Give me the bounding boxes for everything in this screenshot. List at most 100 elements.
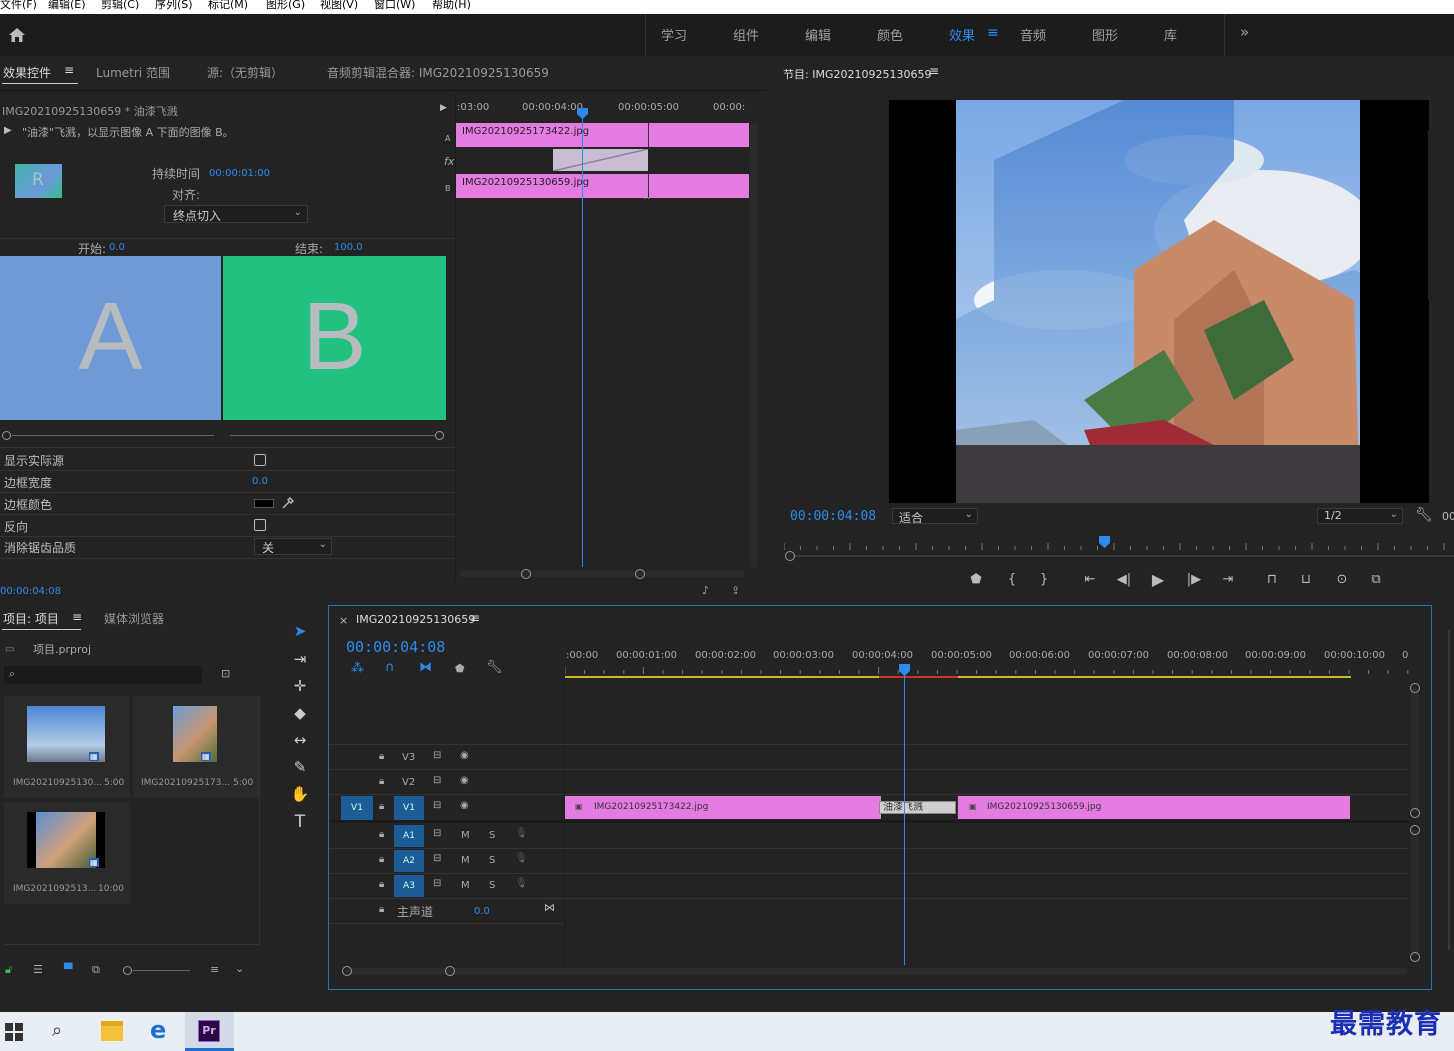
eye-icon[interactable]: ◉ xyxy=(460,800,469,811)
menu-help[interactable]: 帮助(H) xyxy=(432,0,471,10)
razor-tool-icon[interactable]: ◆ xyxy=(290,704,310,724)
mark-out-icon[interactable]: } xyxy=(1033,572,1055,587)
eye-icon[interactable]: ◉ xyxy=(460,750,469,761)
go-to-in-icon[interactable]: ⇤ xyxy=(1079,572,1101,587)
solo-button[interactable]: S xyxy=(489,830,495,841)
search-icon[interactable]: ⌕ xyxy=(52,1020,62,1041)
master-volume-value[interactable]: 0.0 xyxy=(474,906,490,917)
timeline-settings-icon[interactable]: 🔧︎ xyxy=(486,660,503,675)
ec-zoom-handle-right[interactable] xyxy=(635,569,645,579)
ec-zoom-handle-left[interactable] xyxy=(521,569,531,579)
ws-graphics[interactable]: 图形 xyxy=(1092,25,1118,44)
menu-clip[interactable]: 剪辑(C) xyxy=(101,0,139,10)
sync-lock-icon[interactable]: ⊟ xyxy=(433,878,441,889)
list-view-icon[interactable]: ☰ xyxy=(33,963,43,976)
project-search-input[interactable]: ⌕ xyxy=(4,666,202,684)
ec-clip-a[interactable]: IMG20210925173422.jpg xyxy=(456,123,749,147)
slip-tool-icon[interactable]: ↔ xyxy=(290,731,310,751)
ws-effects[interactable]: 效果 xyxy=(949,25,975,44)
program-timecode[interactable]: 00:00:04:08 xyxy=(790,509,876,524)
ws-audio[interactable]: 音频 xyxy=(1020,25,1046,44)
new-bin-icon[interactable]: ⊡ xyxy=(221,667,230,680)
lock-icon[interactable]: 🔒︎ xyxy=(379,829,384,840)
end-value[interactable]: 100.0 xyxy=(334,242,363,253)
mic-icon[interactable]: 🎙︎ xyxy=(515,853,528,864)
play-button-icon[interactable]: ▶ xyxy=(1147,570,1169,589)
a-zoom-handle[interactable] xyxy=(1410,952,1420,962)
end-slider-track[interactable] xyxy=(230,435,436,436)
lock-icon[interactable]: 🔒︎ xyxy=(379,904,384,915)
ws-assembly[interactable]: 组件 xyxy=(733,25,759,44)
solo-button[interactable]: S xyxy=(489,855,495,866)
file-explorer-icon[interactable] xyxy=(101,1021,123,1041)
solo-button[interactable]: S xyxy=(489,880,495,891)
menu-view[interactable]: 视图(V) xyxy=(320,0,358,10)
project-item[interactable]: ▦ IMG20210925130... 5:00 xyxy=(4,696,130,798)
show-actual-sources-checkbox[interactable] xyxy=(254,454,266,466)
eyedropper-icon[interactable] xyxy=(281,497,294,510)
thumb-size-slider[interactable] xyxy=(133,970,190,971)
ws-color[interactable]: 颜色 xyxy=(877,25,903,44)
effect-timecode[interactable]: 00:00:04:08 xyxy=(0,586,61,597)
mark-in-icon[interactable]: { xyxy=(1001,572,1023,587)
eye-icon[interactable]: ◉ xyxy=(460,775,469,786)
menu-window[interactable]: 窗口(W) xyxy=(374,0,415,10)
lock-icon[interactable]: 🔒︎ xyxy=(379,801,384,812)
export-frame-icon[interactable]: ⊙ xyxy=(1331,572,1353,587)
settings-wrench-icon[interactable]: 🔧︎ xyxy=(1415,507,1433,523)
duration-value[interactable]: 00:00:01:00 xyxy=(209,168,270,179)
master-bowtie-icon[interactable]: ⋈ xyxy=(544,901,555,914)
tab-lumetri-scopes[interactable]: Lumetri 范围 xyxy=(96,64,170,81)
border-color-swatch[interactable] xyxy=(254,499,274,508)
timeline-clip-1[interactable]: ▣ IMG20210925173422.jpg xyxy=(565,796,881,819)
v-zoom-handle[interactable] xyxy=(1410,683,1420,693)
project-item[interactable]: ▦ IMG20210925173... 5:00 xyxy=(133,696,259,798)
sync-lock-icon[interactable]: ⊟ xyxy=(433,750,441,761)
project-menu-icon[interactable]: ≡ xyxy=(72,610,82,624)
mute-button[interactable]: M xyxy=(461,855,470,866)
lift-icon[interactable]: ⊓ xyxy=(1261,572,1283,587)
ec-audio-icon[interactable]: ♪ xyxy=(702,584,709,597)
timeline-timecode[interactable]: 00:00:04:08 xyxy=(346,638,445,656)
menu-marker[interactable]: 标记(M) xyxy=(208,0,248,10)
sync-lock-icon[interactable]: ⊟ xyxy=(433,775,441,786)
program-zoom-handle[interactable] xyxy=(785,551,795,561)
menu-edit[interactable]: 编辑(E) xyxy=(48,0,86,10)
ws-editing[interactable]: 编辑 xyxy=(805,25,831,44)
tab-audio-clip-mixer[interactable]: 音频剪辑混合器: IMG20210925130659 xyxy=(327,64,549,81)
selection-tool-icon[interactable]: ➤ xyxy=(290,622,310,642)
menu-sequence[interactable]: 序列(S) xyxy=(155,0,193,10)
lock-icon[interactable]: 🔓︎ xyxy=(5,963,12,977)
snap-magnet-icon[interactable]: ∩ xyxy=(385,660,395,675)
border-width-value[interactable]: 0.0 xyxy=(252,476,268,487)
home-icon[interactable] xyxy=(8,26,26,44)
insert-nest-icon[interactable]: ⁂ xyxy=(351,661,364,676)
linked-selection-icon[interactable]: ⧓ xyxy=(419,660,432,675)
align-select[interactable]: 终点切入 ⌄ xyxy=(164,205,308,223)
resolution-select[interactable]: 1/2 ⌄ xyxy=(1317,508,1403,524)
more-workspaces-icon[interactable]: » xyxy=(1240,23,1249,41)
audio-v-scrollbar[interactable] xyxy=(1411,830,1419,956)
hand-tool-icon[interactable]: ✋ xyxy=(290,785,310,805)
tl-ruler-ticks[interactable] xyxy=(565,664,1410,674)
work-area-bar[interactable] xyxy=(565,676,1351,678)
sync-lock-icon[interactable]: ⊟ xyxy=(433,800,441,811)
timeline-playhead-head[interactable] xyxy=(899,664,910,676)
ws-menu-icon[interactable]: ≡ xyxy=(987,25,999,41)
mute-button[interactable]: M xyxy=(461,880,470,891)
timeline-clip-2[interactable]: ▣ IMG20210925130659.jpg xyxy=(958,796,1350,819)
mic-icon[interactable]: 🎙︎ xyxy=(515,828,528,839)
program-title[interactable]: 节目: IMG20210925130659 xyxy=(783,66,931,82)
taskbar-premiere-slot[interactable]: Pr xyxy=(185,1012,234,1051)
thumb-size-handle[interactable] xyxy=(123,966,132,975)
ripple-edit-tool-icon[interactable]: ✛ xyxy=(290,677,310,697)
program-scroll-track[interactable] xyxy=(795,555,1454,557)
reverse-checkbox[interactable] xyxy=(254,519,266,531)
mute-button[interactable]: M xyxy=(461,830,470,841)
tab-source[interactable]: 源:（无剪辑） xyxy=(207,64,283,81)
a-zoom-handle[interactable] xyxy=(1410,825,1420,835)
compare-view-icon[interactable]: ⧉ xyxy=(1365,572,1387,587)
transition-paint-splatter[interactable]: 油漆飞溅 xyxy=(879,801,956,814)
tab-project[interactable]: 项目: 项目 xyxy=(3,610,59,627)
lock-icon[interactable]: 🔒︎ xyxy=(379,879,384,890)
